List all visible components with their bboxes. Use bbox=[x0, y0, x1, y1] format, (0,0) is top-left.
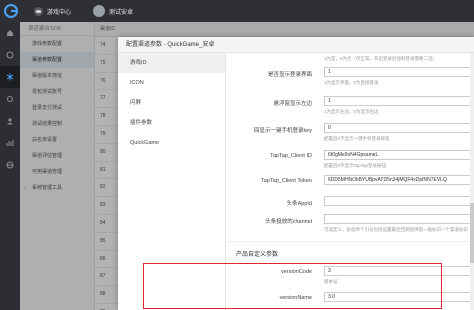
gear-icon bbox=[7, 96, 13, 102]
game-center-link[interactable]: 游戏中心 bbox=[34, 6, 72, 16]
field-label: 回显示一键手机登录key bbox=[253, 128, 312, 134]
field-hint: 1为显示左边，0为显示右边 bbox=[324, 109, 379, 114]
rail-item-home[interactable] bbox=[0, 22, 20, 44]
toutiao-channel-field[interactable] bbox=[324, 214, 474, 224]
field-hint: 1为显示界面，0为直接登录 bbox=[324, 80, 379, 85]
field-label: 悬浮窗显示左边 bbox=[273, 101, 312, 107]
logo-icon bbox=[4, 4, 18, 18]
field-label: 头条投放的channel bbox=[265, 219, 312, 225]
tab-splash[interactable]: 闪屏 bbox=[118, 93, 225, 113]
user-name: 测试安卓 bbox=[109, 9, 134, 16]
field-label: 是否显示登录界面 bbox=[267, 72, 312, 78]
float-left-field[interactable]: 1 bbox=[324, 96, 474, 106]
avatar bbox=[93, 5, 106, 17]
rail-item-users[interactable] bbox=[0, 110, 20, 132]
rail-item-settings[interactable] bbox=[0, 88, 20, 110]
top-bar: 游戏中心 测试安卓 bbox=[0, 0, 474, 22]
highlight-box bbox=[143, 263, 442, 309]
user-menu[interactable]: 测试安卓 bbox=[93, 5, 133, 17]
chart-icon bbox=[6, 140, 14, 146]
rail-item-chart[interactable] bbox=[0, 132, 20, 154]
game-center-label: 游戏中心 bbox=[47, 9, 72, 16]
field-label: TapTap_Client ID bbox=[270, 153, 312, 159]
tab-quickgame[interactable]: QuickGame bbox=[118, 133, 225, 153]
asterisk-icon bbox=[6, 73, 14, 81]
taptap-client-id-field[interactable]: 6t0gMe9oN4GpsameL bbox=[324, 150, 474, 160]
home-icon bbox=[7, 30, 13, 36]
user-icon bbox=[7, 118, 13, 125]
globe-icon bbox=[6, 161, 14, 169]
field-label: TapTap_Client Token bbox=[261, 178, 312, 184]
tab-icon[interactable]: ICON bbox=[118, 73, 225, 93]
field-hint: 配置后0不显示一键手机登录按钮 bbox=[324, 136, 390, 141]
rail-item-sdk[interactable] bbox=[0, 66, 20, 88]
tab-game-id[interactable]: 游戏ID bbox=[118, 53, 225, 73]
app-logo[interactable] bbox=[0, 0, 22, 22]
tab-plugin-params[interactable]: 插件参数 bbox=[118, 113, 225, 133]
field-hint: 配置后0不显示TapTap登录按钮 bbox=[324, 163, 387, 168]
taptap-client-token-field[interactable]: 6DD5MHNOkBYUBpvATD5n34jMQF4xDpfNN7EVLQ bbox=[324, 175, 474, 185]
product-section-title: 产品自定义参数 bbox=[236, 252, 279, 258]
section-divider bbox=[226, 241, 474, 242]
gamepad-icon bbox=[34, 6, 43, 16]
phone-login-key-field[interactable]: 0 bbox=[324, 123, 474, 133]
field-hint: 可选定义，投放单个引号包括设置最后回调提供第一般标识一个渠道标识 bbox=[324, 227, 468, 232]
modal-scrollbar[interactable] bbox=[470, 53, 474, 310]
scrollbar-thumb[interactable] bbox=[470, 203, 474, 263]
info-icon bbox=[6, 51, 14, 59]
rail-item-info[interactable] bbox=[0, 44, 20, 66]
icon-rail bbox=[0, 22, 20, 310]
show-login-field[interactable]: 1 bbox=[324, 67, 474, 77]
field-label: 头条AppId bbox=[286, 201, 312, 207]
modal-title: 配置渠道参数 - QuickGame_安卓 bbox=[118, 37, 474, 53]
rail-item-globe[interactable] bbox=[0, 154, 20, 176]
toutiao-appid-field[interactable] bbox=[324, 196, 474, 206]
field-hint: 1为是，0为否（仅正常，开启登录后强制登录需要二选） bbox=[324, 56, 438, 61]
